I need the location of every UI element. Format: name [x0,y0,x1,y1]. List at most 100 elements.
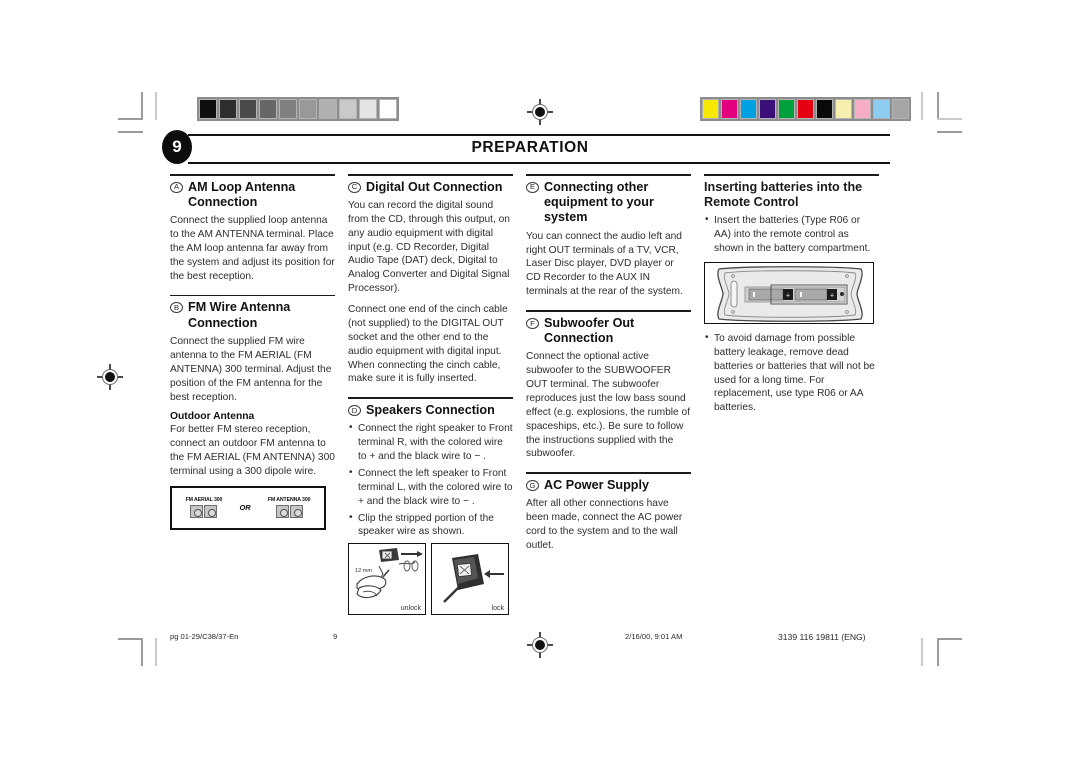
section-heading: E Connecting other equipment to your sys… [526,180,691,226]
or-separator-label: OR [239,503,251,513]
grayscale-swatch-4 [279,99,297,119]
registration-mark-left-middle [97,364,123,390]
content-columns: A AM Loop Antenna Connection Connect the… [170,174,890,616]
section-paragraph: Connect one end of the cinch cable (not … [348,304,508,385]
section-letter-badge: G [526,479,539,491]
section-paragraph: Connect the optional active subwoofer to… [526,351,691,460]
color-swatch-3 [759,99,776,119]
crop-mark-top-right-v [937,92,939,120]
crop-mark-bottom-left-h [118,638,143,640]
column-2: C Digital Out Connection You can record … [348,174,513,616]
page-header: 9 PREPARATION [162,130,890,168]
section-heading: A AM Loop Antenna Connection [170,180,335,211]
crop-mark-top-left-v2 [155,92,157,120]
battery-warning-list: To avoid damage from possible battery le… [704,331,879,415]
column-4: Inserting batteries into the Remote Cont… [704,174,879,614]
column-1: A AM Loop Antenna Connection Connect the… [170,174,335,614]
section-inserting-batteries: Inserting batteries into the Remote Cont… [704,174,879,415]
color-swatch-7 [835,99,852,119]
page-number-badge: 9 [162,130,192,164]
section-title: Digital Out Connection [366,179,503,194]
header-rule-bottom [188,162,890,164]
measurement-label: 12 mm [355,568,373,575]
section-paragraph: You can connect the audio left and right… [526,230,683,298]
crop-mark-top-right-h [937,118,962,120]
section-heading: D Speakers Connection [348,403,513,418]
section-rule [526,310,691,312]
section-rule [526,174,691,176]
section-digital-out-connection: C Digital Out Connection You can record … [348,174,513,386]
subsection-paragraph: For better FM stereo reception, connect … [170,424,335,477]
grayscale-swatch-1 [219,99,237,119]
figure-fm-aerial-terminals: FM AERIAL 300 OR FM ANTENNA 300 [170,485,326,530]
terminal-screw-icon [275,505,289,519]
fm-antenna-label: FM ANTENNA 300 [267,497,311,504]
section-paragraph: Connect the supplied loop antenna to the… [170,215,335,282]
registration-mark-top-center [527,99,553,125]
section-title: Inserting batteries into the Remote Cont… [704,179,863,209]
section-title: Subwoofer Out Connection [544,315,635,345]
crop-mark-bottom-right-v2 [921,638,923,666]
color-swatch-5 [797,99,814,119]
terminal-screw-icon [204,505,218,519]
section-heading: F Subwoofer Out Connection [526,316,691,347]
section-letter-badge: C [348,181,361,193]
svg-text:+: + [786,292,790,299]
footer-file-name: pg 01-29/C38/37-En [170,632,239,641]
section-letter-badge: F [526,317,539,329]
section-subwoofer-out-connection: F Subwoofer Out Connection Connect the o… [526,310,691,461]
list-item: Clip the stripped portion of the speaker… [348,511,513,540]
color-swatch-0 [702,99,719,119]
grayscale-swatch-0 [199,99,217,119]
section-heading: B FM Wire Antenna Connection [170,300,335,331]
color-swatch-8 [854,99,871,119]
color-swatch-4 [778,99,795,119]
section-paragraph: You can record the digital sound from th… [348,199,510,295]
list-item: Insert the batteries (Type R06 or AA) in… [704,213,879,256]
list-item: To avoid damage from possible battery le… [704,331,879,415]
section-am-loop-antenna: A AM Loop Antenna Connection Connect the… [170,174,335,284]
section-title: AC Power Supply [544,477,649,492]
section-connecting-other-equipment: E Connecting other equipment to your sys… [526,174,691,299]
section-speakers-connection: D Speakers Connection Connect the right … [348,397,513,616]
battery-bullet-list: Insert the batteries (Type R06 or AA) in… [704,213,879,256]
crop-mark-bottom-right-h [937,638,962,640]
figure-caption-unlock: unlock [400,605,421,613]
section-rule [170,294,335,297]
fm-aerial-label: FM AERIAL 300 [185,497,223,504]
figure-remote-battery-compartment: + + [704,261,874,324]
remote-control-illustration-icon: + + [705,262,873,323]
terminal-screw-icon [289,505,303,519]
section-heading: C Digital Out Connection [348,180,513,195]
crop-mark-top-left-h2 [118,131,143,133]
grayscale-swatch-3 [259,99,277,119]
footer-page-number: 9 [333,632,338,641]
section-paragraph: After all other connections have been ma… [526,498,683,551]
section-title: AM Loop Antenna Connection [188,179,296,209]
grayscale-swatch-7 [339,99,357,119]
color-calibration-bar [700,97,911,121]
crop-mark-bottom-right-v [937,638,939,666]
footer-document-code: 3139 116 19811 (ENG) [778,632,866,642]
crop-mark-top-left-v [141,92,143,120]
grayscale-swatch-9 [379,99,397,119]
section-ac-power-supply: G AC Power Supply After all other connec… [526,472,691,552]
grayscale-swatch-5 [299,99,317,119]
terminal-pair [186,505,223,519]
color-swatch-6 [816,99,833,119]
svg-text:+: + [830,292,834,299]
section-title: FM Wire Antenna Connection [188,300,291,330]
fm-antenna-terminal-group: FM ANTENNA 300 [267,497,311,519]
crop-mark-top-right-v2 [921,92,923,120]
crop-mark-top-right-h2 [937,131,962,133]
section-title: Speakers Connection [366,402,495,417]
section-letter-badge: D [348,404,361,416]
section-fm-wire-antenna: B FM Wire Antenna Connection Connect the… [170,294,335,530]
list-item: Connect the right speaker to Front termi… [348,421,513,464]
grayscale-swatch-2 [239,99,257,119]
page-footer: pg 01-29/C38/37-En 9 2/16/00, 9:01 AM 31… [170,632,910,648]
terminal-pair [268,505,311,519]
figure-lock: lock [431,543,509,616]
section-letter-badge: A [170,181,183,193]
section-title: Connecting other equipment to your syste… [544,179,654,225]
